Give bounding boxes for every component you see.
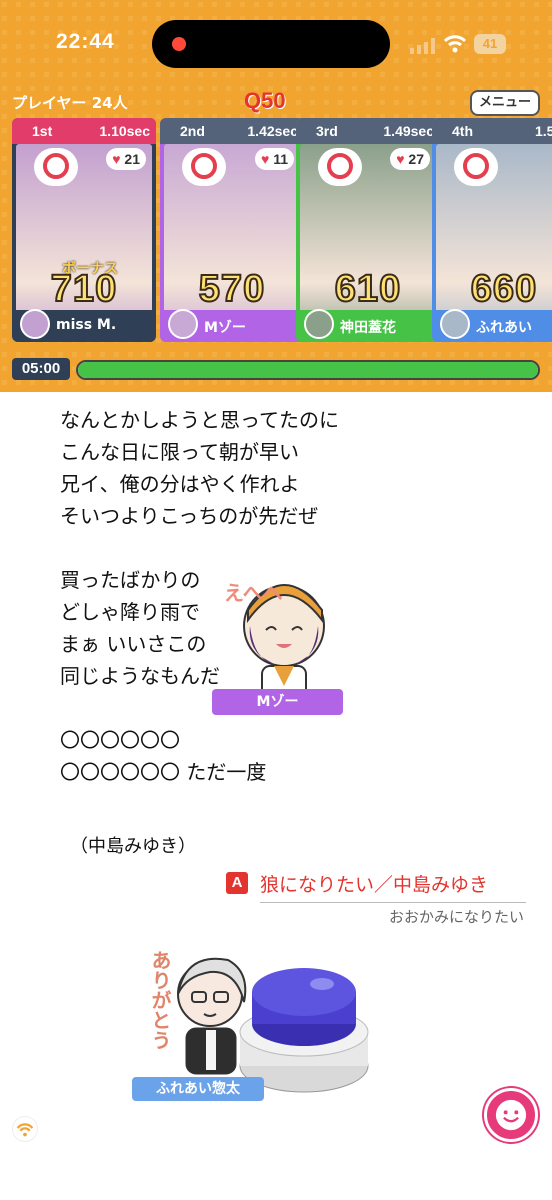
status-time: 22:44 [56,30,115,53]
emote-button[interactable] [484,1088,538,1142]
correct-mark-icon [182,148,226,186]
cellular-signal-icon [410,38,435,54]
score: 660 [470,267,538,311]
mzo-reaction-label: Mゾー [212,689,343,715]
rank-tag: 1st 1.10sec [12,118,156,144]
player-card: 2nd 1.42sec ♥ 11 570 Mゾー [160,118,304,342]
correct-mark-icon [34,148,78,186]
answer-time: 1.54s [534,123,552,139]
question-number: Q50 [244,88,286,113]
player-name: 神田蓋花 [340,320,396,336]
player-card: 3rd 1.49sec ♥ 27 610 神田蓋花 [296,118,440,342]
avatar [20,309,50,339]
answer-reading: おおかみになりたい [388,908,524,926]
lyric-line: 〇〇〇〇〇〇 [60,728,180,752]
lyric-line: 兄イ、俺の分はやく作れよ [60,472,300,496]
lyric-line: なんとかしようと思ってたのに [60,408,339,432]
timer-label: 05:00 [12,358,70,380]
rank-label: 2nd [180,123,205,139]
status-bar: 22:44 41 [0,0,552,90]
heart-icon: ♥ [396,151,405,167]
correct-mark-icon [318,148,362,186]
dynamic-island [152,20,390,68]
wifi-icon [444,35,466,53]
like-count: ♥ 27 [390,148,430,170]
like-count: ♥ 21 [106,148,146,170]
menu-button[interactable]: メニュー [470,90,540,116]
lyric-line: こんな日に限って朝が早い [60,440,299,464]
score: 610 [334,267,402,311]
score: 710 [50,267,118,311]
player-card: 4th 1.54s ♥ 660 ふれあい [432,118,552,342]
rank-tag: 2nd 1.42sec [160,118,304,144]
rank-label: 1st [32,123,53,139]
artist-hint: （中島みゆき） [70,836,196,857]
heart-icon: ♥ [260,151,270,167]
player-name: Mゾー [204,320,246,336]
answer-badge: A [226,872,248,894]
heart-icon: ♥ [112,151,121,167]
player-count: プレイヤー 24人 [12,94,128,112]
fure-reaction-label: ふれあい惣太 [132,1077,264,1101]
player-name: miss M. [56,317,117,333]
answer-time: 1.10sec [99,123,150,139]
lyric-line: そいつよりこっちのが先だぜ [60,504,319,528]
player-name: ふれあい [476,320,532,336]
fure-reaction-sticker [177,957,247,1075]
answer-time: 1.49sec [383,123,434,139]
mzo-reaction-text: えへへ [224,581,283,605]
avatar [304,309,334,339]
recording-indicator [172,37,186,51]
score: 570 [198,267,266,311]
timer-progress-bar [76,360,540,380]
answer-time: 1.42sec [247,123,298,139]
connection-icon [12,1116,38,1142]
lyric-line: 〇〇〇〇〇〇 ただ一度 [60,760,267,784]
rank-label: 4th [452,123,473,139]
rank-tag: 4th 1.54s [432,118,552,144]
battery-indicator: 41 [474,34,506,54]
rank-tag: 3rd 1.49sec [296,118,440,144]
timer-progress-fill [78,362,538,378]
avatar [168,309,198,339]
answer-title: 狼になりたい／中島みゆき [260,874,489,896]
correct-mark-icon [454,148,498,186]
rank-label: 3rd [316,123,338,139]
player-card: 1st 1.10sec ♥ 21 ボーナス 710 miss M. [12,118,156,342]
answer-divider [260,902,526,903]
like-count: ♥ 11 [254,148,294,170]
avatar [440,309,470,339]
game-header: 22:44 41 プレイヤー 24人 Q50 メニュー 1st 1.10sec … [0,0,552,392]
